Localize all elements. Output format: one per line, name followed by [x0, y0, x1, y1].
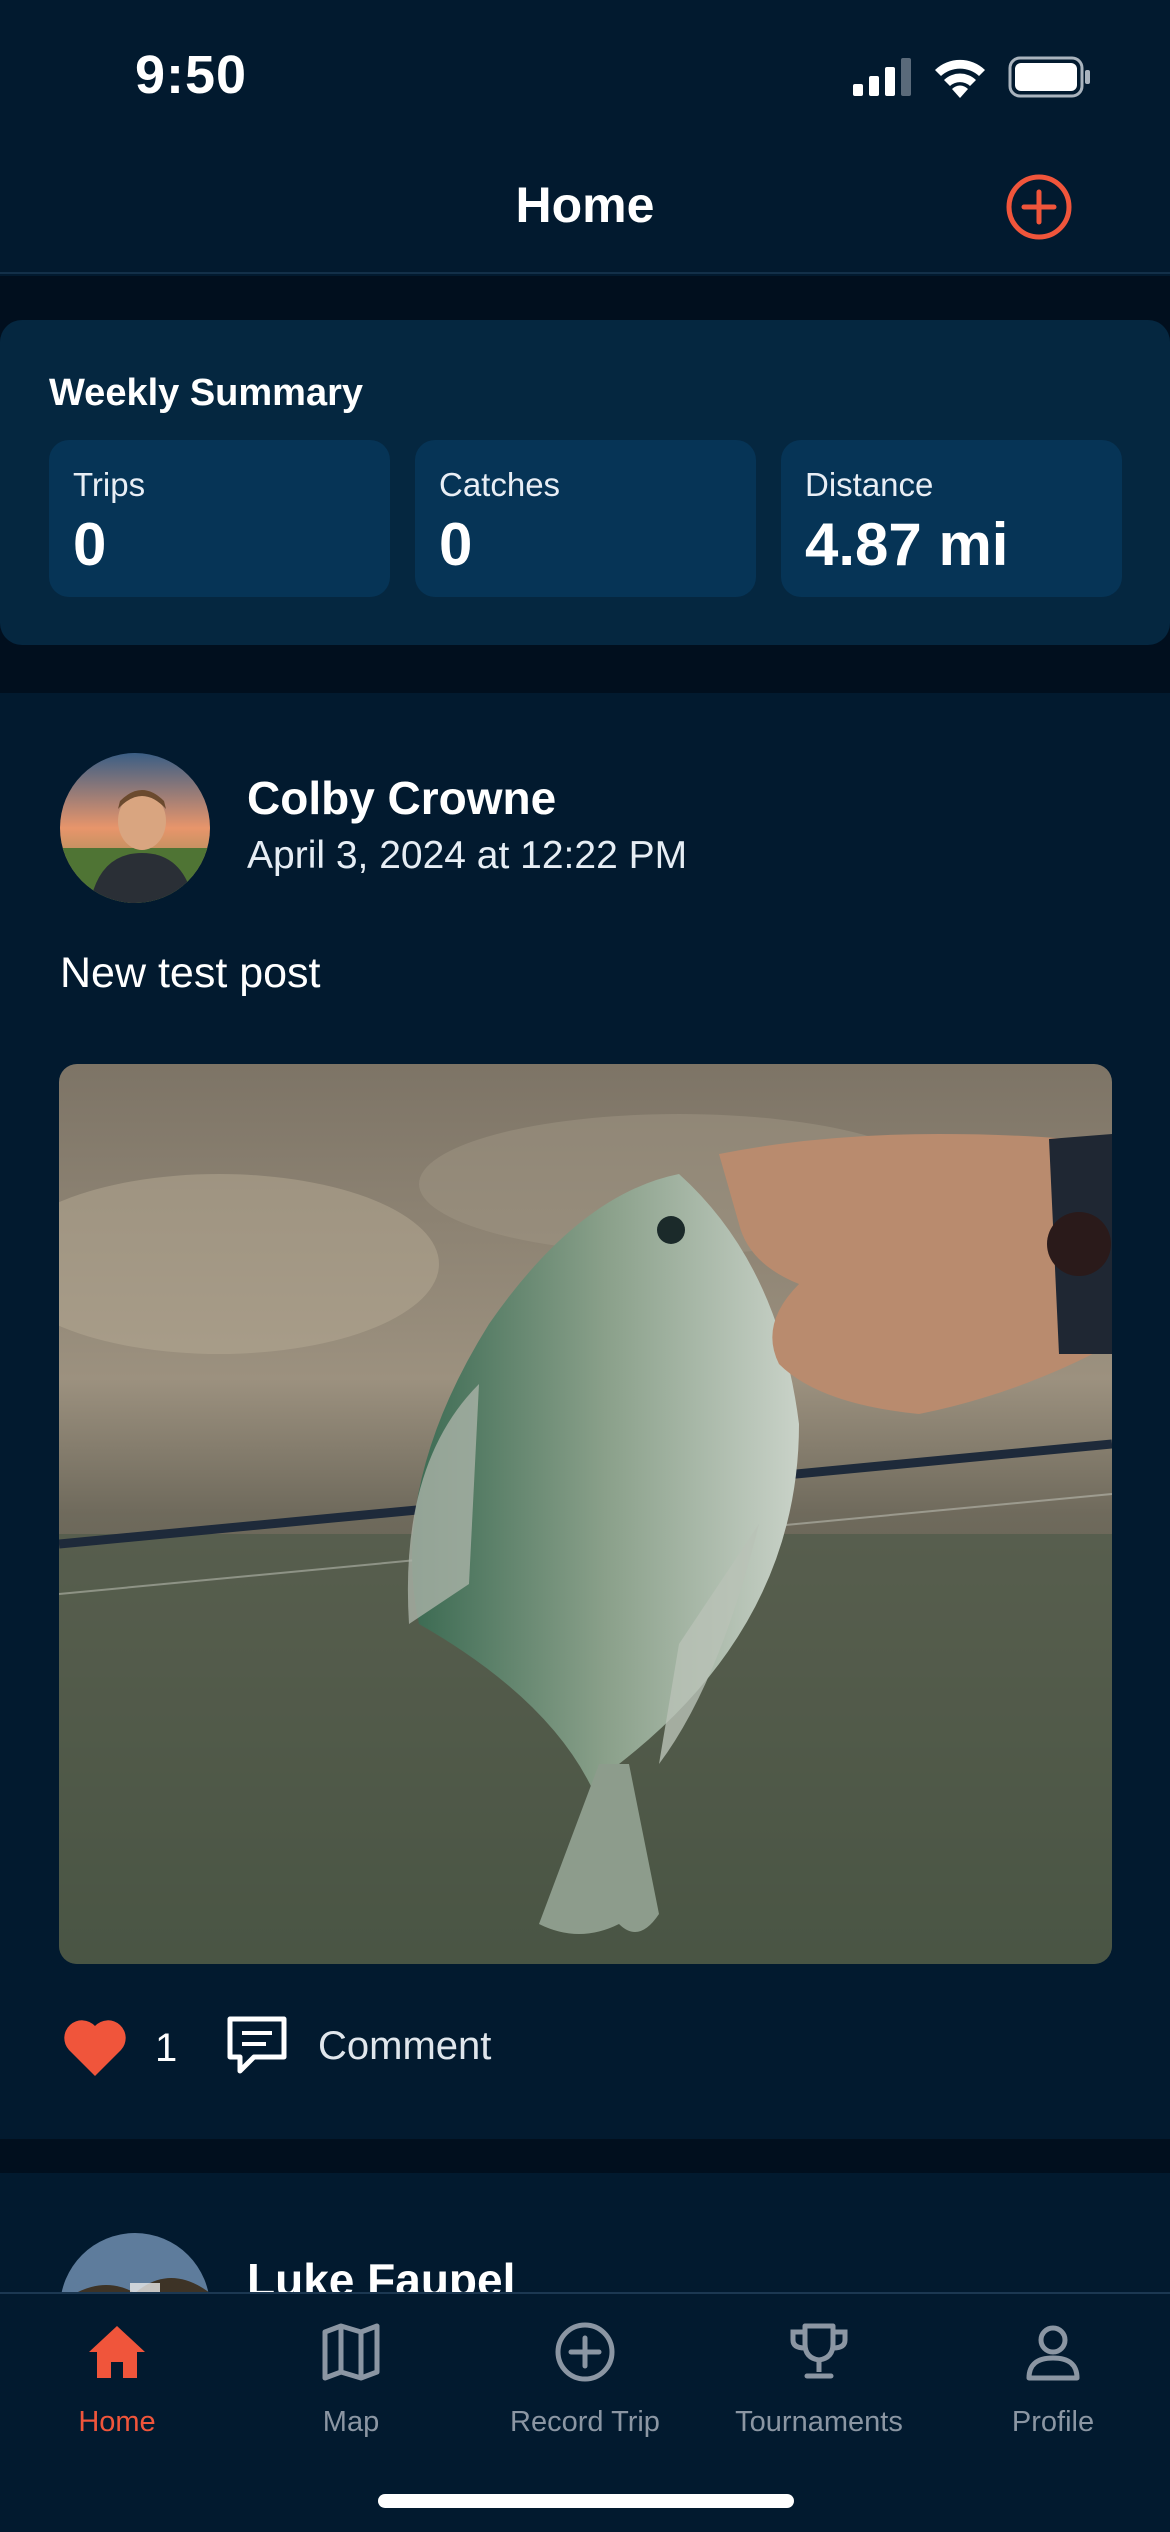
stat-value: 0: [73, 511, 107, 578]
post-timestamp: April 3, 2024 at 12:22 PM: [247, 834, 688, 877]
add-post-button[interactable]: [1005, 173, 1073, 241]
post-card: Luke Faupel: [0, 2173, 1170, 2293]
weekly-summary-title: Weekly Summary: [49, 372, 364, 414]
comment-icon[interactable]: [224, 2013, 290, 2079]
tab-record-trip[interactable]: Record Trip: [468, 2294, 702, 2464]
stat-tile-trips: Trips 0: [49, 440, 390, 597]
tab-label: Tournaments: [735, 2406, 903, 2438]
trophy-icon: [790, 2323, 848, 2379]
tab-home[interactable]: Home: [0, 2294, 234, 2464]
tab-label: Home: [78, 2406, 156, 2438]
post-photo[interactable]: [59, 1064, 1112, 1964]
battery-icon: [1008, 56, 1090, 98]
map-icon: [322, 2323, 380, 2381]
status-time: 9:50: [135, 45, 248, 105]
tab-map[interactable]: Map: [234, 2294, 468, 2464]
stat-value: 0: [439, 511, 473, 578]
stat-label: Catches: [439, 466, 561, 503]
like-count: 1: [155, 2026, 178, 2070]
stat-label: Distance: [805, 466, 934, 503]
status-bar: 9:50: [0, 0, 1170, 140]
weekly-summary-card: Weekly Summary Trips 0 Catches 0 Distanc…: [0, 320, 1170, 645]
post-card: Colby Crowne April 3, 2024 at 12:22 PM N…: [0, 693, 1170, 2139]
home-screen: 9:50 Home Weekly Summary Trips 0 Catches…: [0, 0, 1170, 2532]
author-avatar[interactable]: [60, 2233, 210, 2293]
post-separator: [0, 2139, 1170, 2173]
home-icon: [89, 2326, 145, 2378]
wifi-icon: [935, 59, 985, 98]
author-name[interactable]: Colby Crowne: [247, 771, 556, 825]
author-avatar[interactable]: [60, 753, 210, 903]
stat-tile-catches: Catches 0: [415, 440, 756, 597]
plus-circle-icon: [555, 2322, 615, 2382]
person-icon: [1026, 2325, 1080, 2381]
tab-label: Record Trip: [510, 2406, 660, 2438]
post-text: New test post: [60, 949, 321, 997]
tab-label: Profile: [1011, 2406, 1095, 2438]
tab-tournaments[interactable]: Tournaments: [702, 2294, 936, 2464]
cellular-signal-icon: [853, 58, 911, 96]
tab-profile[interactable]: Profile: [936, 2294, 1170, 2464]
page-title: Home: [515, 177, 655, 233]
stat-tile-distance: Distance 4.87 mi: [781, 440, 1122, 597]
stat-label: Trips: [73, 466, 146, 503]
tab-label: Map: [322, 2406, 380, 2438]
navigation-bar: Home: [0, 140, 1170, 274]
stat-value: 4.87 mi: [805, 511, 1009, 578]
heart-icon[interactable]: [63, 2018, 127, 2078]
comment-button[interactable]: Comment: [318, 2024, 491, 2069]
tab-bar: Home Map Record Trip Tournaments Profile: [0, 2292, 1170, 2532]
home-indicator[interactable]: [378, 2494, 794, 2508]
author-name[interactable]: Luke Faupel: [247, 2253, 515, 2293]
